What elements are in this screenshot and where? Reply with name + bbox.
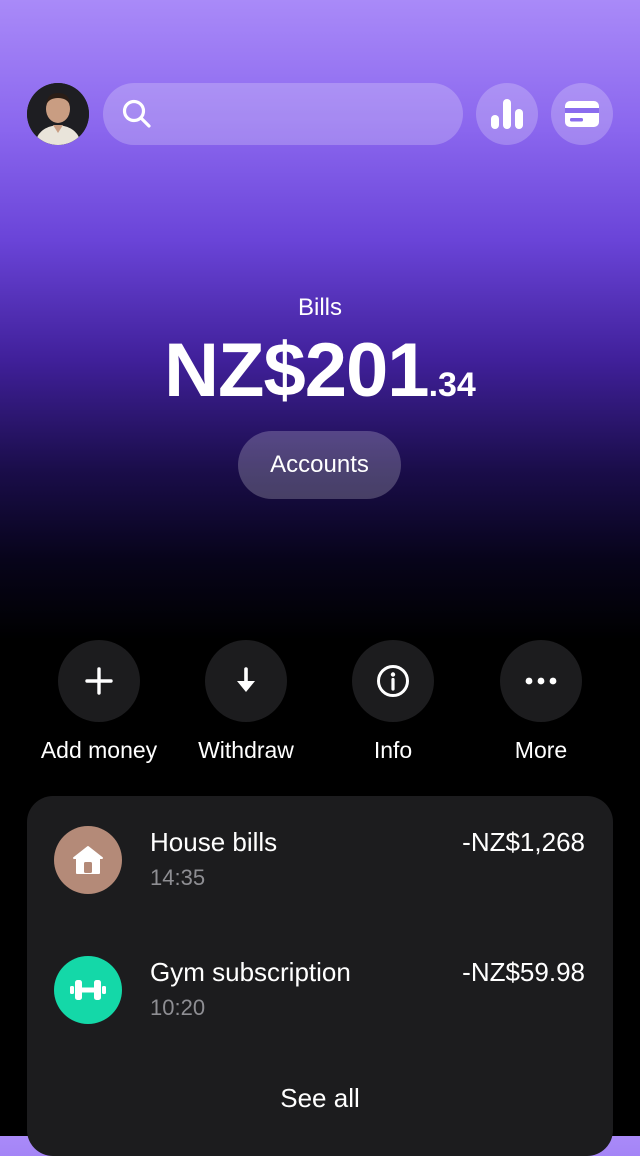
- transactions-card: House bills 14:35 -NZ$1,268 Gym subscrip…: [27, 796, 613, 1156]
- balance: NZ$201.34: [0, 326, 640, 437]
- transaction-row[interactable]: House bills 14:35 -NZ$1,268: [27, 826, 613, 926]
- quick-actions: Add money Withdraw Info More: [0, 640, 640, 780]
- transaction-row[interactable]: Gym subscription 10:20 -NZ$59.98: [27, 956, 613, 1056]
- transaction-title: House bills: [150, 827, 278, 857]
- balance-main: NZ$201: [164, 328, 429, 413]
- dumbbell-icon: [70, 980, 106, 1000]
- cards-button[interactable]: [551, 83, 613, 145]
- more-button[interactable]: [500, 640, 582, 722]
- add-money-action[interactable]: Add money: [24, 640, 174, 764]
- arrow-down-icon: [237, 667, 255, 692]
- withdraw-action[interactable]: Withdraw: [171, 640, 321, 764]
- withdraw-label: Withdraw: [198, 737, 294, 763]
- see-all-button[interactable]: See all: [27, 1082, 613, 1114]
- avatar-image: [27, 83, 89, 145]
- balance-cents: .34: [428, 366, 476, 404]
- account-name: Bills: [297, 294, 342, 321]
- gym-icon-badge: [54, 956, 122, 1024]
- avatar[interactable]: [27, 83, 89, 145]
- info-action[interactable]: Info: [318, 640, 468, 764]
- withdraw-button[interactable]: [205, 640, 287, 722]
- transaction-amount: -NZ$1,268: [462, 827, 585, 857]
- transaction-amount: -NZ$59.98: [462, 957, 585, 987]
- balance-area: Bills NZ$201.34: [0, 290, 640, 437]
- add-money-button[interactable]: [58, 640, 140, 722]
- info-icon: [377, 665, 409, 697]
- info-label: Info: [373, 737, 413, 763]
- search-input[interactable]: [165, 83, 449, 147]
- transaction-title: Gym subscription: [150, 957, 351, 987]
- search-icon: [122, 99, 151, 128]
- more-label: More: [514, 737, 568, 763]
- stats-button[interactable]: [476, 83, 538, 145]
- transaction-time: 10:20: [150, 995, 206, 1020]
- search-bar[interactable]: [103, 83, 463, 147]
- plus-icon: [85, 667, 113, 695]
- info-button[interactable]: [352, 640, 434, 722]
- credit-card-icon: [565, 101, 599, 127]
- house-icon: [73, 846, 103, 874]
- add-money-label: Add money: [40, 737, 158, 763]
- accounts-button[interactable]: Accounts: [238, 431, 401, 499]
- transaction-time: 14:35: [150, 865, 206, 890]
- bar-chart-icon: [491, 99, 523, 129]
- more-action[interactable]: More: [466, 640, 616, 764]
- top-bar: [0, 0, 640, 200]
- house-bills-icon-badge: [54, 826, 122, 894]
- more-dots-icon: [525, 677, 557, 685]
